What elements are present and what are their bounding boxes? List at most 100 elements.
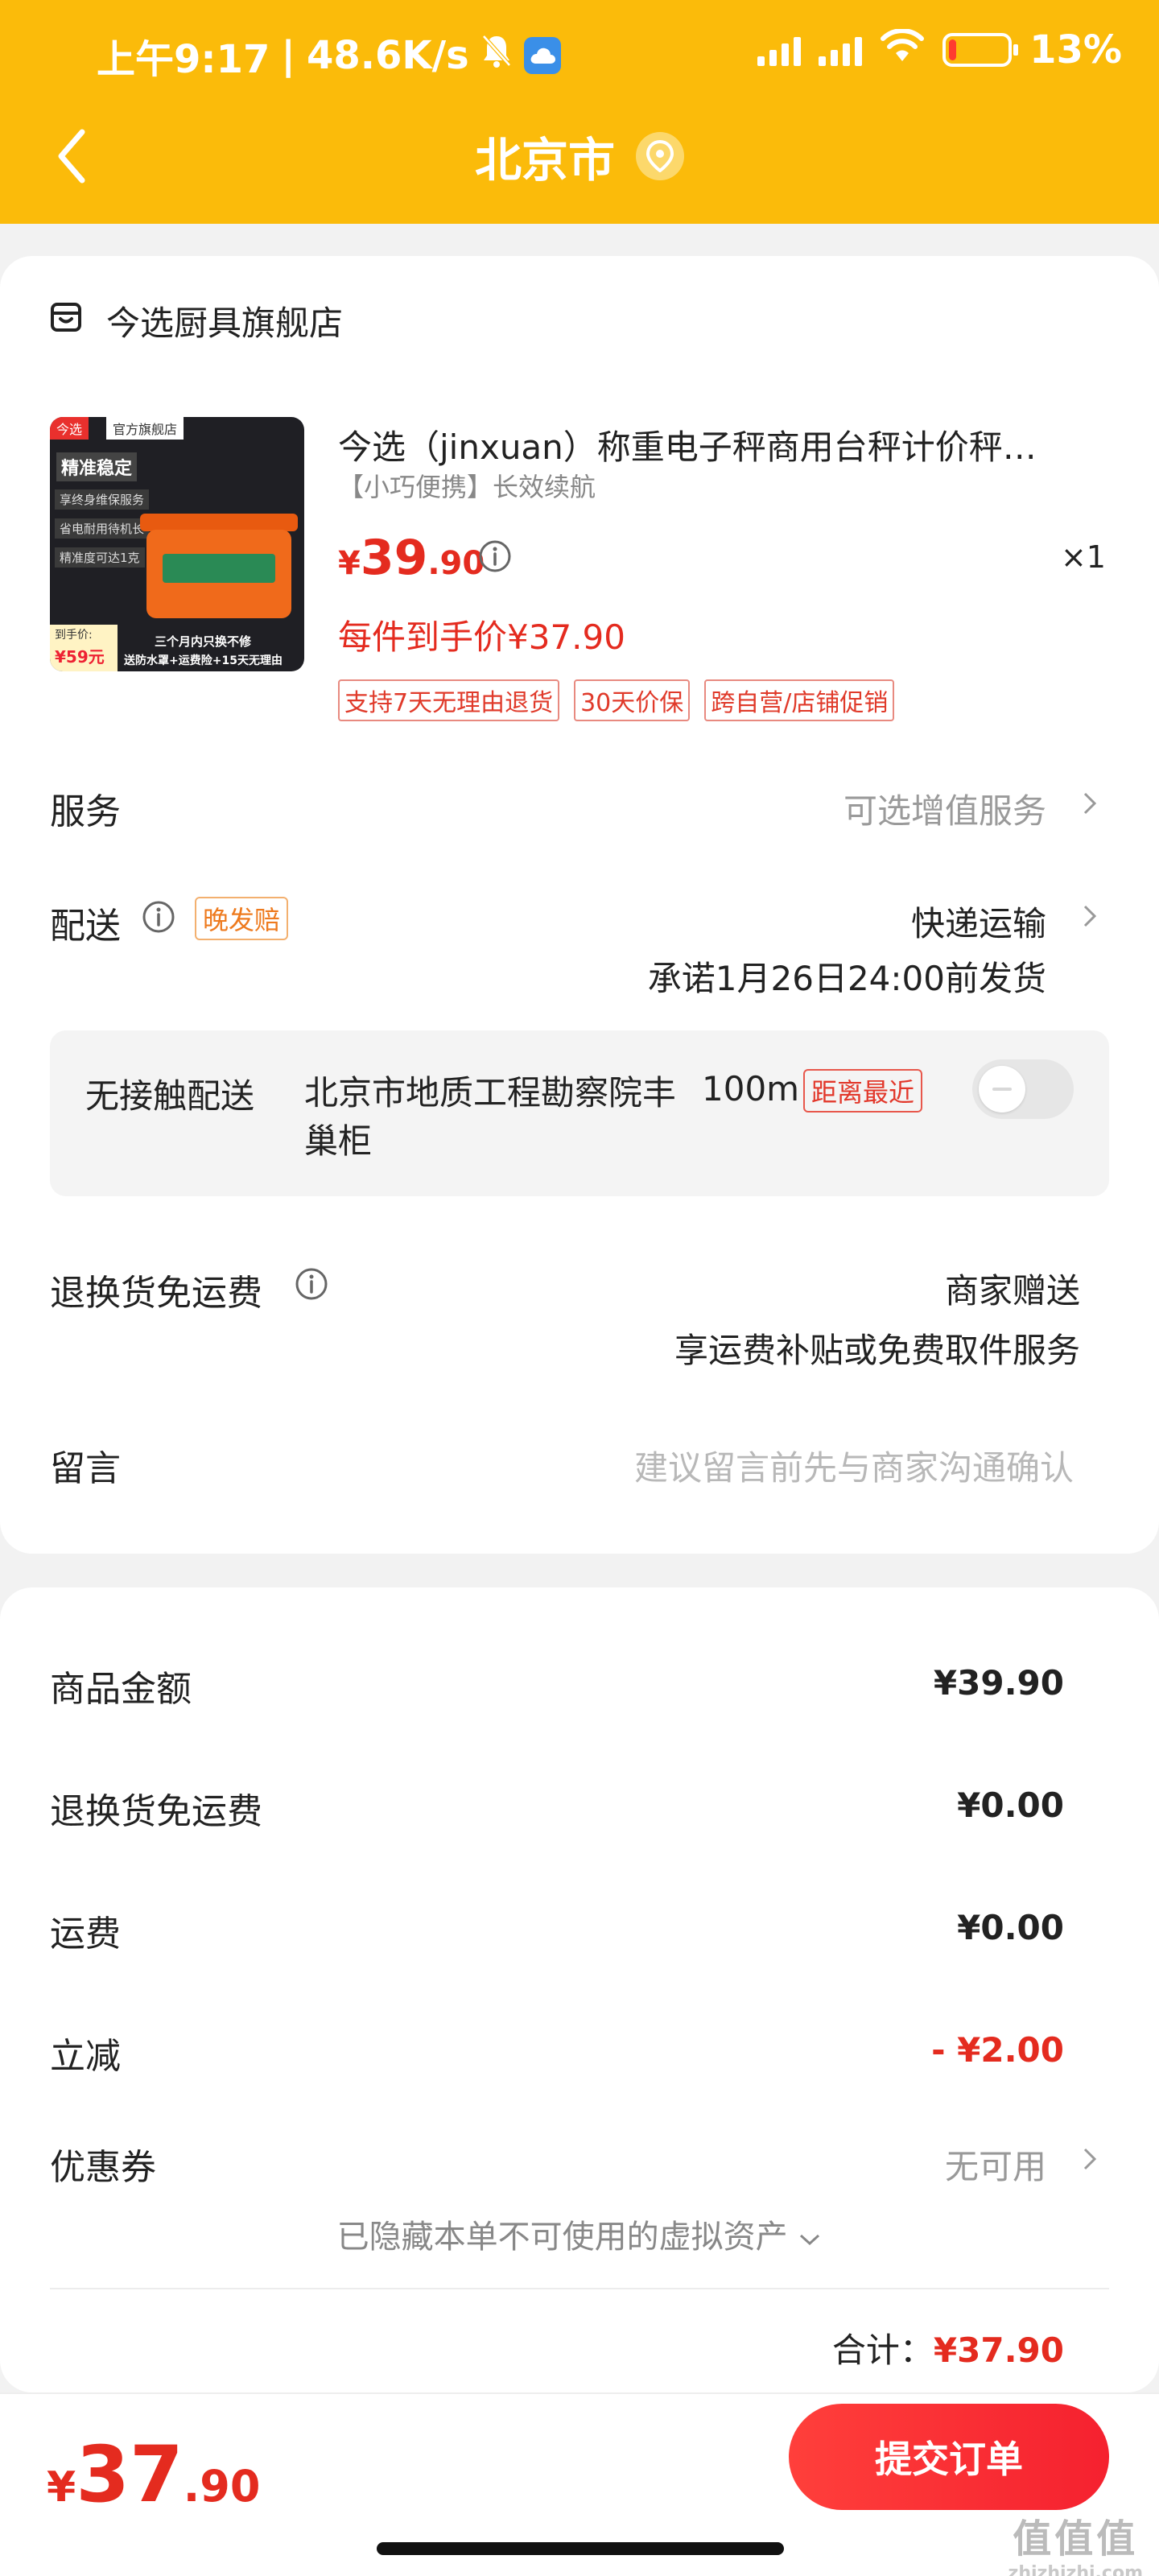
coupon-value[interactable]: 无可用 xyxy=(945,2140,1046,2189)
watermark-text: 值值值 xyxy=(1013,2516,1139,2562)
total-label: 合计： xyxy=(831,2330,934,2370)
return-shipping-amount: ¥0.00 xyxy=(957,1785,1064,1825)
service-tag: 30天价保 xyxy=(574,679,691,721)
hidden-assets-toggle[interactable]: 已隐藏本单不可使用的虚拟资产 xyxy=(0,2211,1159,2257)
product-title[interactable]: 今选（jinxuan）称重电子秤商用台秤计价秤… xyxy=(338,420,1095,469)
toggle-knob xyxy=(979,1066,1025,1113)
store-icon xyxy=(50,301,82,341)
nav-title-area: 北京市 xyxy=(0,122,1159,190)
product-tags: 支持7天无理由退货 30天价保 跨自营/店铺促销 xyxy=(338,679,895,721)
battery-percent: 13% xyxy=(1029,27,1122,72)
divider xyxy=(50,2288,1109,2289)
hidden-assets-text: 已隐藏本单不可使用的虚拟资产 xyxy=(336,2219,788,2256)
checkout-currency: ¥ xyxy=(47,2463,76,2512)
checkout-price: ¥ 37 .90 xyxy=(47,2429,260,2520)
image-headline: 精准稳定 xyxy=(56,452,138,481)
image-feature: 省电耐用待机长 xyxy=(55,518,150,539)
delivery-promise: 承诺1月26日24:00前发货 xyxy=(647,959,1046,998)
discount-amount: - ¥2.00 xyxy=(931,2030,1064,2070)
status-bar: 上午9:17 | 48.6K/s 13% xyxy=(0,24,1159,82)
summary-label: 立减 xyxy=(50,2036,121,2077)
product-subtitle: 【小巧便携】长效续航 xyxy=(338,472,596,502)
service-label: 服务 xyxy=(50,791,121,832)
delivery-info-icon[interactable] xyxy=(142,900,175,937)
price-integer: 39 xyxy=(360,530,428,586)
page-title[interactable]: 北京市 xyxy=(475,122,615,190)
message-label: 留言 xyxy=(50,1448,121,1489)
pickup-locker-name[interactable]: 北京市地质工程勘察院丰巢柜 xyxy=(304,1069,691,1166)
store-name: 今选厨具旗舰店 xyxy=(106,303,344,343)
network-speed: 48.6K/s xyxy=(306,33,469,78)
delivery-label: 配送 xyxy=(50,906,121,947)
return-shipping-value: 商家赠送 xyxy=(944,1271,1080,1311)
chevron-down-icon xyxy=(798,2219,822,2256)
image-store-tag: 官方旗舰店 xyxy=(106,417,184,440)
goods-amount: ¥39.90 xyxy=(933,1663,1064,1703)
price-currency: ¥ xyxy=(338,545,361,582)
coupon-label: 优惠券 xyxy=(50,2147,156,2188)
delivery-method[interactable]: 快递运输 xyxy=(911,897,1046,946)
product-image[interactable]: 今选 官方旗舰店 精准稳定 享终身维保服务 省电耐用待机长 精准度可达1克 三个… xyxy=(50,417,304,671)
image-price-value: ¥59元 xyxy=(55,647,105,667)
late-compensation-badge: 晚发赔 xyxy=(195,897,289,940)
price-summary-card: 商品金额 ¥39.90 退换货免运费 ¥0.00 运费 ¥0.00 立减 - ¥… xyxy=(0,1587,1159,2392)
signal-icon xyxy=(819,34,863,66)
checkout-price-integer: 37 xyxy=(76,2429,184,2520)
wifi-icon xyxy=(880,27,925,72)
status-time: 上午9:17 xyxy=(97,37,270,82)
price-info-icon[interactable] xyxy=(478,539,512,576)
summary-label: 运费 xyxy=(50,1913,121,1955)
cloud-app-icon xyxy=(523,37,561,74)
image-promo: 三个月内只换不修 xyxy=(155,634,252,649)
order-total: 合计：¥37.90 xyxy=(832,2323,1064,2372)
chevron-right-icon[interactable] xyxy=(1080,2143,1099,2175)
image-feature: 享终身维保服务 xyxy=(55,489,150,510)
image-brand-tag: 今选 xyxy=(50,417,89,440)
image-promo-gifts: 送防水罩+运费险+15天无理由 xyxy=(124,654,283,667)
image-price-label: 到手价: xyxy=(55,629,93,642)
signal-icon xyxy=(757,34,802,66)
contactless-delivery-box: 无接触配送 北京市地质工程勘察院丰巢柜 100m 距离最近 xyxy=(50,1030,1109,1196)
mute-bell-icon xyxy=(481,33,513,78)
pickup-distance: 100m xyxy=(702,1069,800,1108)
image-price-box: 到手价: ¥59元 xyxy=(50,625,118,671)
summary-label: 商品金额 xyxy=(50,1669,192,1710)
summary-label: 退换货免运费 xyxy=(50,1791,262,1832)
service-tag: 跨自营/店铺促销 xyxy=(704,679,895,721)
order-card: 今选厨具旗舰店 今选 官方旗舰店 精准稳定 享终身维保服务 省电耐用待机长 精准… xyxy=(0,256,1159,1554)
home-indicator[interactable] xyxy=(377,2542,784,2555)
service-tag: 支持7天无理由退货 xyxy=(338,679,560,721)
store-header[interactable]: 今选厨具旗舰店 xyxy=(50,296,343,345)
chevron-right-icon[interactable] xyxy=(1080,787,1099,819)
status-right: 13% xyxy=(757,27,1122,72)
message-input[interactable]: 建议留言前先与商家沟通确认 xyxy=(634,1441,1074,1490)
return-shipping-desc: 享运费补贴或免费取件服务 xyxy=(674,1331,1080,1370)
product-quantity: ×1 xyxy=(1060,539,1106,575)
chevron-right-icon[interactable] xyxy=(1080,900,1099,932)
checkout-bar: ¥ 37 .90 提交订单 值值值 zhizhizhi.com xyxy=(0,2392,1159,2576)
watermark: 值值值 zhizhizhi.com xyxy=(1008,2507,1143,2576)
status-left: 上午9:17 | 48.6K/s xyxy=(97,27,561,84)
contactless-toggle[interactable] xyxy=(972,1059,1074,1119)
return-shipping-label: 退换货免运费 xyxy=(50,1273,262,1314)
total-value: ¥37.90 xyxy=(933,2330,1064,2370)
image-feature: 精准度可达1克 xyxy=(55,547,145,568)
price-decimal: .90 xyxy=(427,545,485,582)
watermark-url: zhizhizhi.com xyxy=(1008,2563,1143,2576)
nearest-badge: 距离最近 xyxy=(803,1069,923,1113)
product-price: ¥ 39 .90 xyxy=(338,530,485,586)
service-value[interactable]: 可选增值服务 xyxy=(843,784,1046,833)
top-header: 上午9:17 | 48.6K/s 13% 北京市 xyxy=(0,0,1159,224)
each-price: 每件到手价¥37.90 xyxy=(338,617,625,657)
status-separator: | xyxy=(281,33,295,78)
shipping-amount: ¥0.00 xyxy=(957,1908,1064,1947)
contactless-label: 无接触配送 xyxy=(85,1076,255,1116)
scale-display-graphic xyxy=(163,554,275,583)
battery-icon xyxy=(942,33,1019,67)
location-pin-icon[interactable] xyxy=(636,132,684,180)
battery-level xyxy=(949,39,957,60)
submit-order-button[interactable]: 提交订单 xyxy=(789,2404,1109,2510)
checkout-price-decimal: .90 xyxy=(183,2461,261,2512)
return-info-icon[interactable] xyxy=(295,1267,328,1304)
scale-plate-graphic xyxy=(140,514,298,531)
